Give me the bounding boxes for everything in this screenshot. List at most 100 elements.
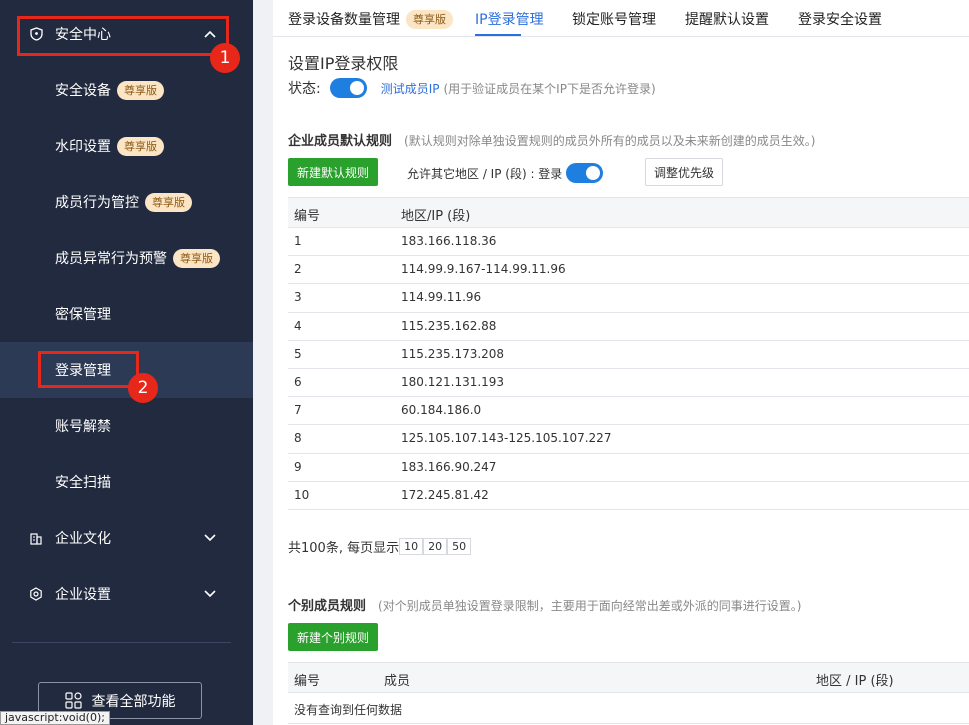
- tab-device-count[interactable]: 登录设备数量管理 尊享版: [288, 9, 453, 29]
- table-header: 编号 地区/IP (段): [288, 197, 969, 228]
- sidebar-item-security-question[interactable]: 密保管理: [0, 286, 253, 342]
- test-member-ip-link[interactable]: 测试成员IP: [381, 80, 440, 97]
- tab-locked-accounts[interactable]: 锁定账号管理: [572, 9, 656, 29]
- nav-group-settings[interactable]: 企业设置: [0, 566, 253, 622]
- status-row: 状态: 测试成员IP (用于验证成员在某个IP下是否允许登录): [288, 78, 656, 98]
- table-row[interactable]: 1 183.166.118.36: [288, 228, 969, 257]
- cell-ip: 172.245.81.42: [401, 487, 489, 502]
- new-default-rule-button[interactable]: 新建默认规则: [288, 158, 378, 186]
- cell-number: 5: [294, 346, 302, 361]
- chevron-down-icon[interactable]: [203, 531, 217, 545]
- empty-state-text: 没有查询到任何数据: [294, 703, 403, 717]
- table-row[interactable]: 7 60.184.186.0: [288, 397, 969, 426]
- cell-ip: 114.99.11.96: [401, 290, 482, 305]
- sidebar-item-label: 成员异常行为预警: [55, 251, 167, 267]
- section-title: 设置IP登录权限: [288, 54, 399, 73]
- chevron-down-icon[interactable]: [203, 587, 217, 601]
- sidebar: 安全中心 1 安全设备 尊享版 水印设置 尊享版 成员行为管控 尊享版 成员异常行为预…: [0, 0, 253, 725]
- allow-other-ip-toggle[interactable]: [566, 163, 604, 183]
- column-header-ip: 地区/IP (段): [401, 209, 471, 224]
- cell-ip: 125.105.107.143-125.105.107.227: [401, 431, 612, 446]
- cell-number: 6: [294, 374, 302, 389]
- tab-ip-login[interactable]: IP登录管理: [475, 9, 544, 29]
- sidebar-item-account-unban[interactable]: 账号解禁: [0, 398, 253, 454]
- premium-badge: 尊享版: [406, 9, 453, 29]
- column-header-number: 编号: [294, 674, 321, 689]
- tab-label: IP登录管理: [475, 12, 544, 28]
- cell-ip: 114.99.9.167-114.99.11.96: [401, 262, 566, 277]
- tab-reminder-defaults[interactable]: 提醒默认设置: [685, 9, 769, 29]
- allow-other-ip-row: 允许其它地区 / IP (段) : 登录: [407, 163, 604, 183]
- individual-rules-hint: (对个别成员单独设置登录限制，主要用于面向经常出差或外派的同事进行设置。): [378, 599, 802, 613]
- cell-ip: 183.166.90.247: [401, 459, 497, 474]
- nav-group-culture[interactable]: 企业文化: [0, 510, 253, 566]
- table-row[interactable]: 2 114.99.9.167-114.99.11.96: [288, 256, 969, 285]
- cell-ip: 115.235.173.208: [401, 346, 505, 361]
- status-toggle[interactable]: [329, 78, 367, 98]
- table-row[interactable]: 9 183.166.90.247: [288, 454, 969, 482]
- individual-rules-title: 个别成员规则 (对个别成员单独设置登录限制，主要用于面向经常出差或外派的同事进行…: [288, 595, 801, 614]
- tab-label: 提醒默认设置: [685, 12, 769, 28]
- individual-rules-table: 编号 成员 地区 / IP (段) 没有查询到任何数据: [288, 662, 969, 724]
- cell-number: 1: [294, 234, 302, 248]
- sidebar-item-watermark[interactable]: 水印设置 尊享版: [0, 118, 253, 174]
- sidebar-item-security-device[interactable]: 安全设备 尊享版: [0, 62, 253, 118]
- sidebar-item-security-scan[interactable]: 安全扫描: [0, 454, 253, 510]
- column-header-ip: 地区 / IP (段): [816, 674, 894, 689]
- premium-badge: 尊享版: [117, 80, 164, 100]
- cell-ip: 183.166.118.36: [401, 234, 497, 248]
- sidebar-item-abnormal-alert[interactable]: 成员异常行为预警 尊享版: [0, 230, 253, 286]
- browser-status-bar: javascript:void(0);: [0, 711, 110, 725]
- cell-number: 2: [294, 262, 302, 277]
- default-rules-title: 企业成员默认规则 (默认规则对除单独设置规则的成员外所有的成员以及未来新创建的成…: [288, 130, 815, 149]
- pagination: 共100条, 每页显示 10 20 50: [288, 537, 472, 556]
- tab-bar: 登录设备数量管理 尊享版 IP登录管理 锁定账号管理 提醒默认设置 登录安全设置: [273, 0, 969, 37]
- premium-badge: 尊享版: [145, 192, 192, 212]
- adjust-priority-button[interactable]: 调整优先级: [645, 158, 723, 186]
- premium-badge: 尊享版: [117, 136, 164, 156]
- cell-number: 4: [294, 318, 302, 333]
- cell-number: 10: [294, 487, 310, 502]
- view-all-functions-label: 查看全部功能: [91, 693, 176, 710]
- cell-number: 7: [294, 403, 302, 418]
- individual-rules-heading: 个别成员规则: [288, 599, 367, 614]
- highlight-box-1: [17, 16, 229, 56]
- sidebar-item-behavior-control[interactable]: 成员行为管控 尊享版: [0, 174, 253, 230]
- sidebar-item-label: 成员行为管控: [55, 195, 139, 211]
- nav-group-label: 企业文化: [55, 531, 111, 547]
- table-row[interactable]: 10 172.245.81.42: [288, 482, 969, 510]
- tab-label: 登录设备数量管理: [288, 12, 400, 28]
- tab-label: 锁定账号管理: [572, 12, 656, 28]
- page-size-option[interactable]: 50: [447, 538, 472, 555]
- new-individual-rule-button[interactable]: 新建个别规则: [288, 623, 378, 651]
- cell-ip: 115.235.162.88: [401, 318, 497, 333]
- column-header-member: 成员: [384, 674, 411, 689]
- sidebar-item-label: 安全扫描: [55, 475, 111, 491]
- sidebar-item-label: 安全设备: [55, 83, 111, 99]
- default-rules-table: 编号 地区/IP (段) 1 183.166.118.36 2 114.99.9.1…: [288, 197, 969, 510]
- table-row[interactable]: 8 125.105.107.143-125.105.107.227: [288, 425, 969, 454]
- page-size-option[interactable]: 20: [423, 538, 448, 555]
- tab-login-security[interactable]: 登录安全设置: [798, 9, 882, 29]
- cell-ip: 180.121.131.193: [401, 374, 505, 389]
- default-rules-hint: (默认规则对除单独设置规则的成员外所有的成员以及未来新创建的成员生效。): [404, 134, 816, 148]
- table-header: 编号 成员 地区 / IP (段): [288, 662, 969, 693]
- table-row[interactable]: 5 115.235.173.208: [288, 341, 969, 369]
- active-tab-indicator: [475, 34, 521, 36]
- premium-badge: 尊享版: [173, 248, 220, 268]
- page-size-option[interactable]: 10: [399, 538, 424, 555]
- building-icon: [29, 531, 43, 545]
- empty-state: 没有查询到任何数据: [288, 693, 969, 724]
- pager-total-text: 共100条, 每页显示: [288, 541, 400, 556]
- table-row[interactable]: 4 115.235.162.88: [288, 313, 969, 341]
- tab-label: 登录安全设置: [798, 12, 882, 28]
- cell-number: 8: [294, 431, 302, 446]
- main-panel: 登录设备数量管理 尊享版 IP登录管理 锁定账号管理 提醒默认设置 登录安全设置 …: [273, 0, 969, 725]
- allow-other-ip-label: 允许其它地区 / IP (段) : 登录: [407, 166, 563, 181]
- highlight-box-2: [38, 351, 139, 388]
- table-row[interactable]: 6 180.121.131.193: [288, 369, 969, 398]
- table-row[interactable]: 3 114.99.11.96: [288, 284, 969, 313]
- gear-icon: [29, 587, 43, 601]
- nav-group-label: 企业设置: [55, 587, 111, 603]
- sidebar-item-label: 账号解禁: [55, 419, 111, 435]
